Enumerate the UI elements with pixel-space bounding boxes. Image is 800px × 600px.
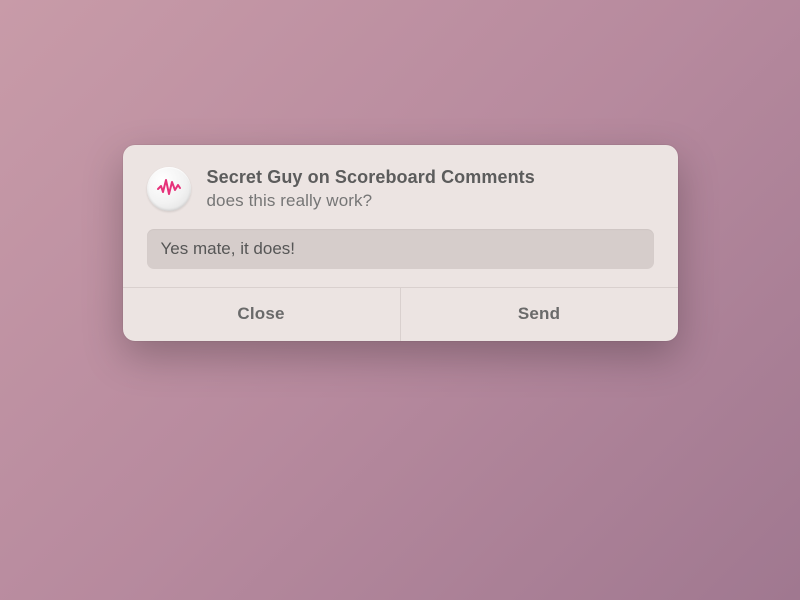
- waveform-icon: [156, 174, 182, 205]
- notification-text: Secret Guy on Scoreboard Comments does t…: [207, 165, 654, 211]
- reply-row: [123, 225, 678, 287]
- notification-title: Secret Guy on Scoreboard Comments: [207, 167, 654, 188]
- notification-subtitle: does this really work?: [207, 191, 654, 211]
- button-row: Close Send: [123, 287, 678, 341]
- notification-dialog: Secret Guy on Scoreboard Comments does t…: [123, 145, 678, 341]
- close-button[interactable]: Close: [123, 288, 400, 341]
- send-button[interactable]: Send: [400, 288, 678, 341]
- notification-header: Secret Guy on Scoreboard Comments does t…: [123, 145, 678, 225]
- app-icon: [147, 167, 191, 211]
- reply-input[interactable]: [147, 229, 654, 269]
